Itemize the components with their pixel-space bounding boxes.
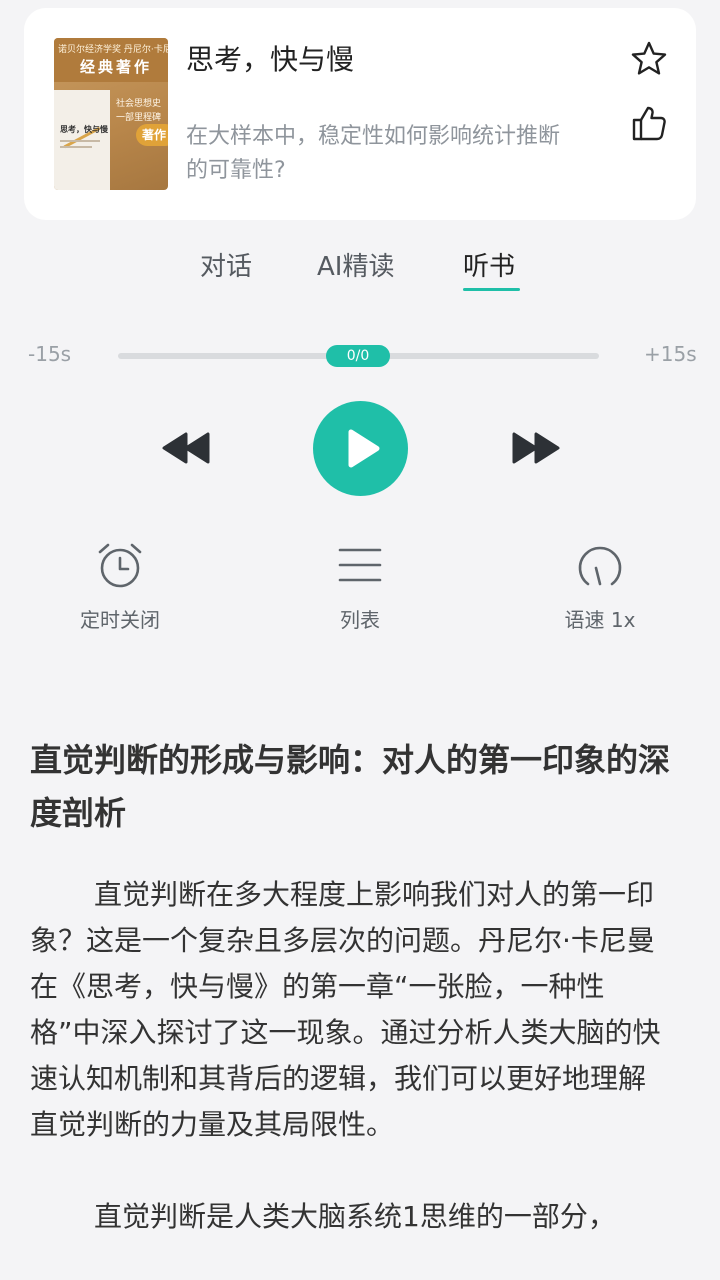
star-icon[interactable] [630,40,668,78]
tab-ai-reading[interactable]: AI精读 [317,246,394,283]
play-button[interactable] [313,401,408,496]
rewind-icon[interactable] [160,430,212,466]
cover-mini-title: 思考，快与慢 [60,125,108,134]
progress-thumb[interactable]: 0/0 [326,345,390,367]
alarm-clock-icon [98,543,142,588]
cover-side-text-1: 社会思想史 [116,99,162,109]
article-paragraph: 直觉判断是人类大脑系统1思维的一部分， [94,1200,616,1233]
thumbs-up-icon[interactable] [630,104,668,142]
book-cover[interactable]: 诺贝尔经济学奖 丹尼尔·卡尼曼 经典著作 思考，快与慢 社会思想史 一部里程碑 … [54,38,168,190]
seek-forward-label[interactable]: +15s [644,342,697,366]
list-icon [338,548,382,582]
playlist-label: 列表 [340,608,380,632]
seek-back-label[interactable]: -15s [28,342,71,366]
article-title: 直觉判断的形成与影响：对人的第一印象的深度剖析 [30,741,671,832]
book-question: 在大样本中，稳定性如何影响统计推断的可靠性? [186,124,561,183]
cover-classic-text: 经典著作 [80,58,153,76]
book-card: 诺贝尔经济学奖 丹尼尔·卡尼曼 经典著作 思考，快与慢 社会思想史 一部里程碑 … [24,8,696,220]
tab-dialogue[interactable]: 对话 [200,246,252,283]
cover-series-text: 诺贝尔经济学奖 丹尼尔·卡尼曼 [58,45,168,55]
timer-off-label: 定时关闭 [80,608,160,632]
cover-text-line [60,146,92,148]
play-icon [348,429,380,468]
speed-label: 语速 1x [564,608,636,632]
cover-badge: 著作 [136,124,168,146]
cover-side-text-2: 一部里程碑 [116,113,162,123]
tab-audiobook[interactable]: 听书 [463,246,515,283]
article: 直觉判断的形成与影响：对人的第一印象的深度剖析 直觉判断在多大程度上影响我们对人… [30,734,670,1240]
timer-off-button[interactable]: 定时关闭 [40,540,200,633]
speedometer-icon [578,546,622,586]
cover-inner-sheet: 思考，快与慢 [54,90,110,190]
fast-forward-icon[interactable] [510,430,562,466]
active-tab-indicator [463,288,520,291]
speed-button[interactable]: 语速 1x [520,540,680,633]
book-title: 思考，快与慢 [186,43,355,76]
cover-text-line [60,140,100,142]
playlist-button[interactable]: 列表 [280,540,440,633]
article-paragraph: 直觉判断在多大程度上影响我们对人的第一印象？这是一个复杂且多层次的问题。丹尼尔·… [30,878,661,1141]
